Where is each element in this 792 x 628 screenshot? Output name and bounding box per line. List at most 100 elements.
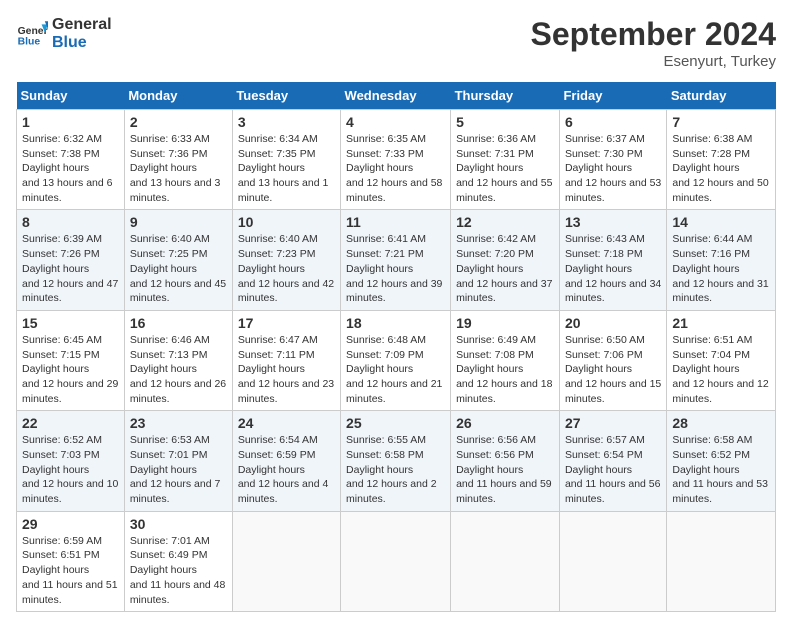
day-info: Sunrise: 6:47 AMSunset: 7:11 PMDaylight … <box>238 333 335 406</box>
day-number: 10 <box>238 214 335 230</box>
month-title: September 2024 <box>531 16 776 53</box>
calendar-cell: 30 Sunrise: 7:01 AMSunset: 6:49 PMDaylig… <box>124 511 232 611</box>
day-number: 4 <box>346 114 445 130</box>
day-info: Sunrise: 6:44 AMSunset: 7:16 PMDaylight … <box>672 232 770 305</box>
day-of-week-tuesday: Tuesday <box>232 82 340 110</box>
day-number: 16 <box>130 315 227 331</box>
calendar-cell: 29 Sunrise: 6:59 AMSunset: 6:51 PMDaylig… <box>17 511 125 611</box>
logo: General Blue General Blue <box>16 16 112 51</box>
day-info: Sunrise: 6:42 AMSunset: 7:20 PMDaylight … <box>456 232 554 305</box>
calendar-cell: 25 Sunrise: 6:55 AMSunset: 6:58 PMDaylig… <box>341 411 451 511</box>
day-of-week-saturday: Saturday <box>667 82 776 110</box>
calendar-cell: 27 Sunrise: 6:57 AMSunset: 6:54 PMDaylig… <box>559 411 666 511</box>
day-info: Sunrise: 6:38 AMSunset: 7:28 PMDaylight … <box>672 132 770 205</box>
day-info: Sunrise: 6:41 AMSunset: 7:21 PMDaylight … <box>346 232 445 305</box>
calendar-cell: 4 Sunrise: 6:35 AMSunset: 7:33 PMDayligh… <box>341 110 451 210</box>
calendar-cell <box>667 511 776 611</box>
calendar-cell: 13 Sunrise: 6:43 AMSunset: 7:18 PMDaylig… <box>559 210 666 310</box>
day-info: Sunrise: 6:57 AMSunset: 6:54 PMDaylight … <box>565 433 661 506</box>
day-of-week-friday: Friday <box>559 82 666 110</box>
calendar-cell: 10 Sunrise: 6:40 AMSunset: 7:23 PMDaylig… <box>232 210 340 310</box>
day-number: 27 <box>565 415 661 431</box>
day-number: 1 <box>22 114 119 130</box>
calendar-cell: 1 Sunrise: 6:32 AMSunset: 7:38 PMDayligh… <box>17 110 125 210</box>
day-info: Sunrise: 6:48 AMSunset: 7:09 PMDaylight … <box>346 333 445 406</box>
calendar-cell <box>341 511 451 611</box>
day-info: Sunrise: 6:58 AMSunset: 6:52 PMDaylight … <box>672 433 770 506</box>
day-number: 12 <box>456 214 554 230</box>
day-number: 24 <box>238 415 335 431</box>
calendar-cell: 3 Sunrise: 6:34 AMSunset: 7:35 PMDayligh… <box>232 110 340 210</box>
calendar-cell: 6 Sunrise: 6:37 AMSunset: 7:30 PMDayligh… <box>559 110 666 210</box>
day-info: Sunrise: 6:59 AMSunset: 6:51 PMDaylight … <box>22 534 119 607</box>
day-info: Sunrise: 6:40 AMSunset: 7:23 PMDaylight … <box>238 232 335 305</box>
day-info: Sunrise: 6:35 AMSunset: 7:33 PMDaylight … <box>346 132 445 205</box>
calendar-week-row: 1 Sunrise: 6:32 AMSunset: 7:38 PMDayligh… <box>17 110 776 210</box>
calendar-cell: 11 Sunrise: 6:41 AMSunset: 7:21 PMDaylig… <box>341 210 451 310</box>
day-info: Sunrise: 6:33 AMSunset: 7:36 PMDaylight … <box>130 132 227 205</box>
day-info: Sunrise: 6:37 AMSunset: 7:30 PMDaylight … <box>565 132 661 205</box>
day-info: Sunrise: 6:34 AMSunset: 7:35 PMDaylight … <box>238 132 335 205</box>
calendar-cell: 2 Sunrise: 6:33 AMSunset: 7:36 PMDayligh… <box>124 110 232 210</box>
day-number: 5 <box>456 114 554 130</box>
calendar-header-row: SundayMondayTuesdayWednesdayThursdayFrid… <box>17 82 776 110</box>
title-block: September 2024 Esenyurt, Turkey <box>531 16 776 70</box>
day-of-week-thursday: Thursday <box>451 82 560 110</box>
day-info: Sunrise: 6:54 AMSunset: 6:59 PMDaylight … <box>238 433 335 506</box>
day-info: Sunrise: 6:40 AMSunset: 7:25 PMDaylight … <box>130 232 227 305</box>
day-number: 26 <box>456 415 554 431</box>
calendar-cell: 20 Sunrise: 6:50 AMSunset: 7:06 PMDaylig… <box>559 310 666 410</box>
day-number: 20 <box>565 315 661 331</box>
calendar-cell: 22 Sunrise: 6:52 AMSunset: 7:03 PMDaylig… <box>17 411 125 511</box>
day-number: 15 <box>22 315 119 331</box>
page-header: General Blue General Blue September 2024… <box>16 16 776 70</box>
day-number: 25 <box>346 415 445 431</box>
calendar-cell: 9 Sunrise: 6:40 AMSunset: 7:25 PMDayligh… <box>124 210 232 310</box>
calendar-cell: 12 Sunrise: 6:42 AMSunset: 7:20 PMDaylig… <box>451 210 560 310</box>
location-subtitle: Esenyurt, Turkey <box>531 53 776 70</box>
day-info: Sunrise: 6:52 AMSunset: 7:03 PMDaylight … <box>22 433 119 506</box>
day-of-week-sunday: Sunday <box>17 82 125 110</box>
logo-icon: General Blue <box>16 18 48 50</box>
day-number: 19 <box>456 315 554 331</box>
day-of-week-monday: Monday <box>124 82 232 110</box>
day-number: 30 <box>130 516 227 532</box>
day-number: 7 <box>672 114 770 130</box>
day-number: 11 <box>346 214 445 230</box>
calendar-cell: 7 Sunrise: 6:38 AMSunset: 7:28 PMDayligh… <box>667 110 776 210</box>
day-info: Sunrise: 6:50 AMSunset: 7:06 PMDaylight … <box>565 333 661 406</box>
day-info: Sunrise: 6:51 AMSunset: 7:04 PMDaylight … <box>672 333 770 406</box>
day-info: Sunrise: 6:36 AMSunset: 7:31 PMDaylight … <box>456 132 554 205</box>
calendar-cell: 23 Sunrise: 6:53 AMSunset: 7:01 PMDaylig… <box>124 411 232 511</box>
calendar-week-row: 29 Sunrise: 6:59 AMSunset: 6:51 PMDaylig… <box>17 511 776 611</box>
day-number: 22 <box>22 415 119 431</box>
day-info: Sunrise: 6:39 AMSunset: 7:26 PMDaylight … <box>22 232 119 305</box>
day-number: 18 <box>346 315 445 331</box>
calendar-cell: 18 Sunrise: 6:48 AMSunset: 7:09 PMDaylig… <box>341 310 451 410</box>
day-number: 28 <box>672 415 770 431</box>
calendar-cell: 28 Sunrise: 6:58 AMSunset: 6:52 PMDaylig… <box>667 411 776 511</box>
calendar-cell <box>232 511 340 611</box>
calendar-cell: 8 Sunrise: 6:39 AMSunset: 7:26 PMDayligh… <box>17 210 125 310</box>
calendar-cell <box>559 511 666 611</box>
day-number: 29 <box>22 516 119 532</box>
day-number: 17 <box>238 315 335 331</box>
day-number: 3 <box>238 114 335 130</box>
calendar-cell: 16 Sunrise: 6:46 AMSunset: 7:13 PMDaylig… <box>124 310 232 410</box>
svg-text:Blue: Blue <box>18 36 41 47</box>
calendar-week-row: 8 Sunrise: 6:39 AMSunset: 7:26 PMDayligh… <box>17 210 776 310</box>
day-info: Sunrise: 6:53 AMSunset: 7:01 PMDaylight … <box>130 433 227 506</box>
day-number: 2 <box>130 114 227 130</box>
day-number: 6 <box>565 114 661 130</box>
day-info: Sunrise: 6:43 AMSunset: 7:18 PMDaylight … <box>565 232 661 305</box>
day-info: Sunrise: 6:32 AMSunset: 7:38 PMDaylight … <box>22 132 119 205</box>
day-info: Sunrise: 7:01 AMSunset: 6:49 PMDaylight … <box>130 534 227 607</box>
day-number: 23 <box>130 415 227 431</box>
day-number: 13 <box>565 214 661 230</box>
day-number: 21 <box>672 315 770 331</box>
calendar-table: SundayMondayTuesdayWednesdayThursdayFrid… <box>16 82 776 612</box>
calendar-cell: 21 Sunrise: 6:51 AMSunset: 7:04 PMDaylig… <box>667 310 776 410</box>
day-info: Sunrise: 6:49 AMSunset: 7:08 PMDaylight … <box>456 333 554 406</box>
calendar-cell <box>451 511 560 611</box>
day-number: 14 <box>672 214 770 230</box>
